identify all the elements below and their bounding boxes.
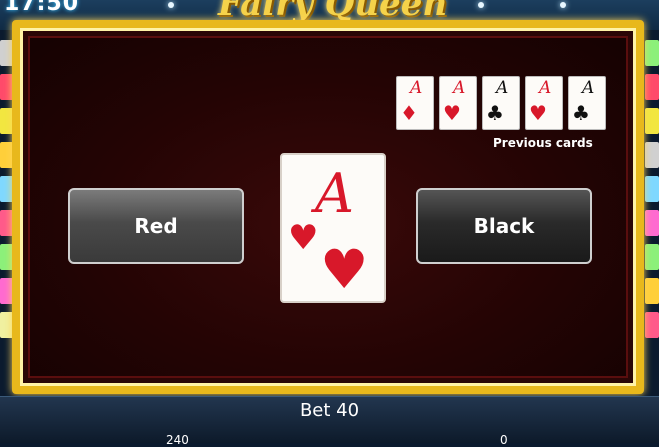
previous-card-rank: A bbox=[496, 78, 509, 98]
heart-icon: ♥ bbox=[320, 238, 369, 301]
right-line-indicators bbox=[645, 40, 659, 380]
diamond-icon: ♦ bbox=[400, 101, 418, 125]
club-icon: ♣ bbox=[486, 101, 504, 125]
previous-card: A ♣ bbox=[568, 76, 606, 130]
previous-card-rank: A bbox=[582, 78, 595, 98]
sparkle-icon bbox=[560, 2, 566, 8]
current-card-rank: A bbox=[315, 162, 354, 225]
previous-card-rank: A bbox=[453, 78, 466, 98]
previous-card: A ♣ bbox=[482, 76, 520, 130]
credit-value: 240 bbox=[166, 433, 189, 447]
heart-icon: ♥ bbox=[529, 101, 547, 125]
bet-label: Bet 40 bbox=[299, 400, 360, 421]
current-card: A ♥ ♥ bbox=[280, 153, 386, 303]
previous-card: A ♦ bbox=[396, 76, 434, 130]
status-bar: Bet 40 240 0 bbox=[0, 396, 659, 447]
previous-card: A ♥ bbox=[439, 76, 477, 130]
win-value: 0 bbox=[500, 433, 508, 447]
heart-icon: ♥ bbox=[288, 218, 319, 258]
sparkle-icon bbox=[478, 2, 484, 8]
previous-cards-label: Previous cards bbox=[493, 136, 593, 150]
previous-card-rank: A bbox=[410, 78, 423, 98]
previous-card: A ♥ bbox=[525, 76, 563, 130]
club-icon: ♣ bbox=[572, 101, 590, 125]
red-button[interactable]: Red bbox=[68, 188, 244, 264]
previous-card-rank: A bbox=[539, 78, 552, 98]
sparkle-icon bbox=[168, 2, 174, 8]
black-button[interactable]: Black bbox=[416, 188, 592, 264]
heart-icon: ♥ bbox=[443, 101, 461, 125]
clock: 17:50 bbox=[4, 0, 80, 16]
